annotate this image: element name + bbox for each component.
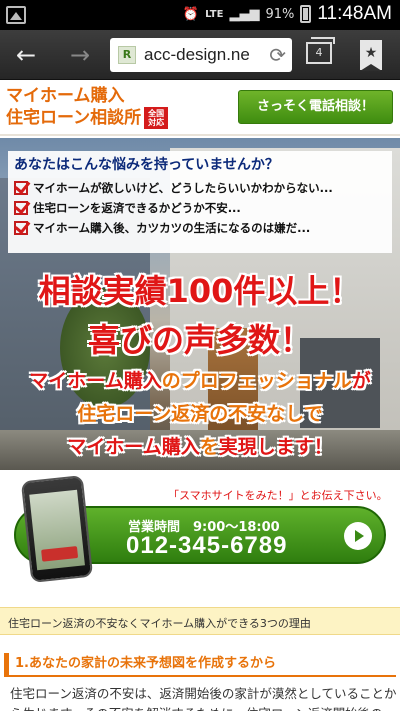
arrow-right-circle-icon[interactable] bbox=[344, 522, 372, 550]
subline-no-worry: 住宅ローン返済の不安なしで bbox=[77, 403, 323, 425]
worry-item: マイホーム購入後、カツカツの生活になるのは嫌だ... bbox=[8, 218, 392, 238]
battery-icon bbox=[300, 5, 312, 23]
back-arrow-icon[interactable]: ← bbox=[8, 38, 44, 72]
call-consult-button[interactable]: さっそく電話相談！ bbox=[238, 90, 393, 124]
site-favicon-icon: R bbox=[118, 46, 136, 64]
battery-percent: 91% bbox=[265, 6, 295, 22]
url-bar[interactable]: R acc-design.ne ⟳ bbox=[110, 38, 292, 72]
url-text[interactable]: acc-design.ne bbox=[144, 45, 264, 65]
checkbox-checked-icon bbox=[14, 221, 28, 235]
checkbox-checked-icon bbox=[14, 201, 28, 215]
tabs-button[interactable]: 4 bbox=[306, 37, 335, 64]
status-bar: ⏰ LTE ▂▄▆ 91% 11:48AM bbox=[0, 0, 400, 30]
worry-question: あなたはこんな悩みを持っていませんか？ bbox=[14, 157, 279, 173]
reason1-text: 住宅ローン返済の不安は、返済開始後の家計が漠然としていることから生じます。その不… bbox=[10, 686, 397, 711]
reload-icon[interactable]: ⟳ bbox=[269, 43, 286, 67]
reason1-heading: 1.あなたの家計の未来予想図を作成するから bbox=[4, 653, 396, 677]
cta-note: 「スマホサイトをみた！」とお伝え下さい。 bbox=[168, 489, 388, 502]
reasons-banner: 住宅ローン返済の不安なくマイホーム購入ができる3つの理由 bbox=[0, 607, 400, 635]
bookmark-icon[interactable]: ★ bbox=[360, 40, 382, 71]
browser-toolbar: ← → R acc-design.ne ⟳ 4 ★ bbox=[0, 30, 400, 80]
forward-arrow-icon[interactable]: → bbox=[62, 38, 98, 72]
nationwide-badge: 全国対応 bbox=[144, 107, 169, 129]
worry-item: 住宅ローンを返済できるかどうか不安... bbox=[8, 198, 392, 218]
worry-item: マイホームが欲しいけど、どうしたらいいかわからない... bbox=[8, 178, 392, 198]
checkbox-checked-icon bbox=[14, 181, 28, 195]
alarm-icon: ⏰ bbox=[182, 6, 200, 22]
notification-icon bbox=[6, 6, 26, 24]
network-type: LTE bbox=[205, 8, 224, 20]
hero-banner: あなたはこんな悩みを持っていませんか？ マイホームが欲しいけど、どうしたらいいか… bbox=[0, 138, 400, 470]
subline-professional: マイホーム購入のプロフェッショナルが bbox=[29, 370, 371, 392]
phone-number[interactable]: 012-345-6789 bbox=[126, 532, 287, 560]
site-logo[interactable]: マイホーム購入 住宅ローン相談所 全国対応 bbox=[6, 85, 169, 129]
headline-voices: 喜びの声多数！ bbox=[87, 321, 312, 359]
status-indicators: ⏰ LTE ▂▄▆ 91% 11:48AM bbox=[183, 3, 392, 25]
subline-realize: マイホーム購入を実現します！ bbox=[67, 436, 333, 458]
site-header: マイホーム購入 住宅ローン相談所 全国対応 さっそく電話相談！ bbox=[0, 80, 400, 136]
worry-checklist: あなたはこんな悩みを持っていませんか？ マイホームが欲しいけど、どうしたらいいか… bbox=[8, 151, 392, 253]
clock: 11:48AM bbox=[317, 3, 392, 24]
logo-line1: マイホーム購入 bbox=[6, 86, 125, 106]
headline-record: 相談実績100件以上！ bbox=[38, 272, 362, 310]
smartphone-icon bbox=[20, 475, 94, 583]
logo-line2: 住宅ローン相談所 bbox=[6, 108, 142, 128]
reasons-title: 住宅ローン返済の不安なくマイホーム購入ができる3つの理由 bbox=[8, 617, 311, 630]
signal-icon: ▂▄▆ bbox=[229, 6, 260, 22]
